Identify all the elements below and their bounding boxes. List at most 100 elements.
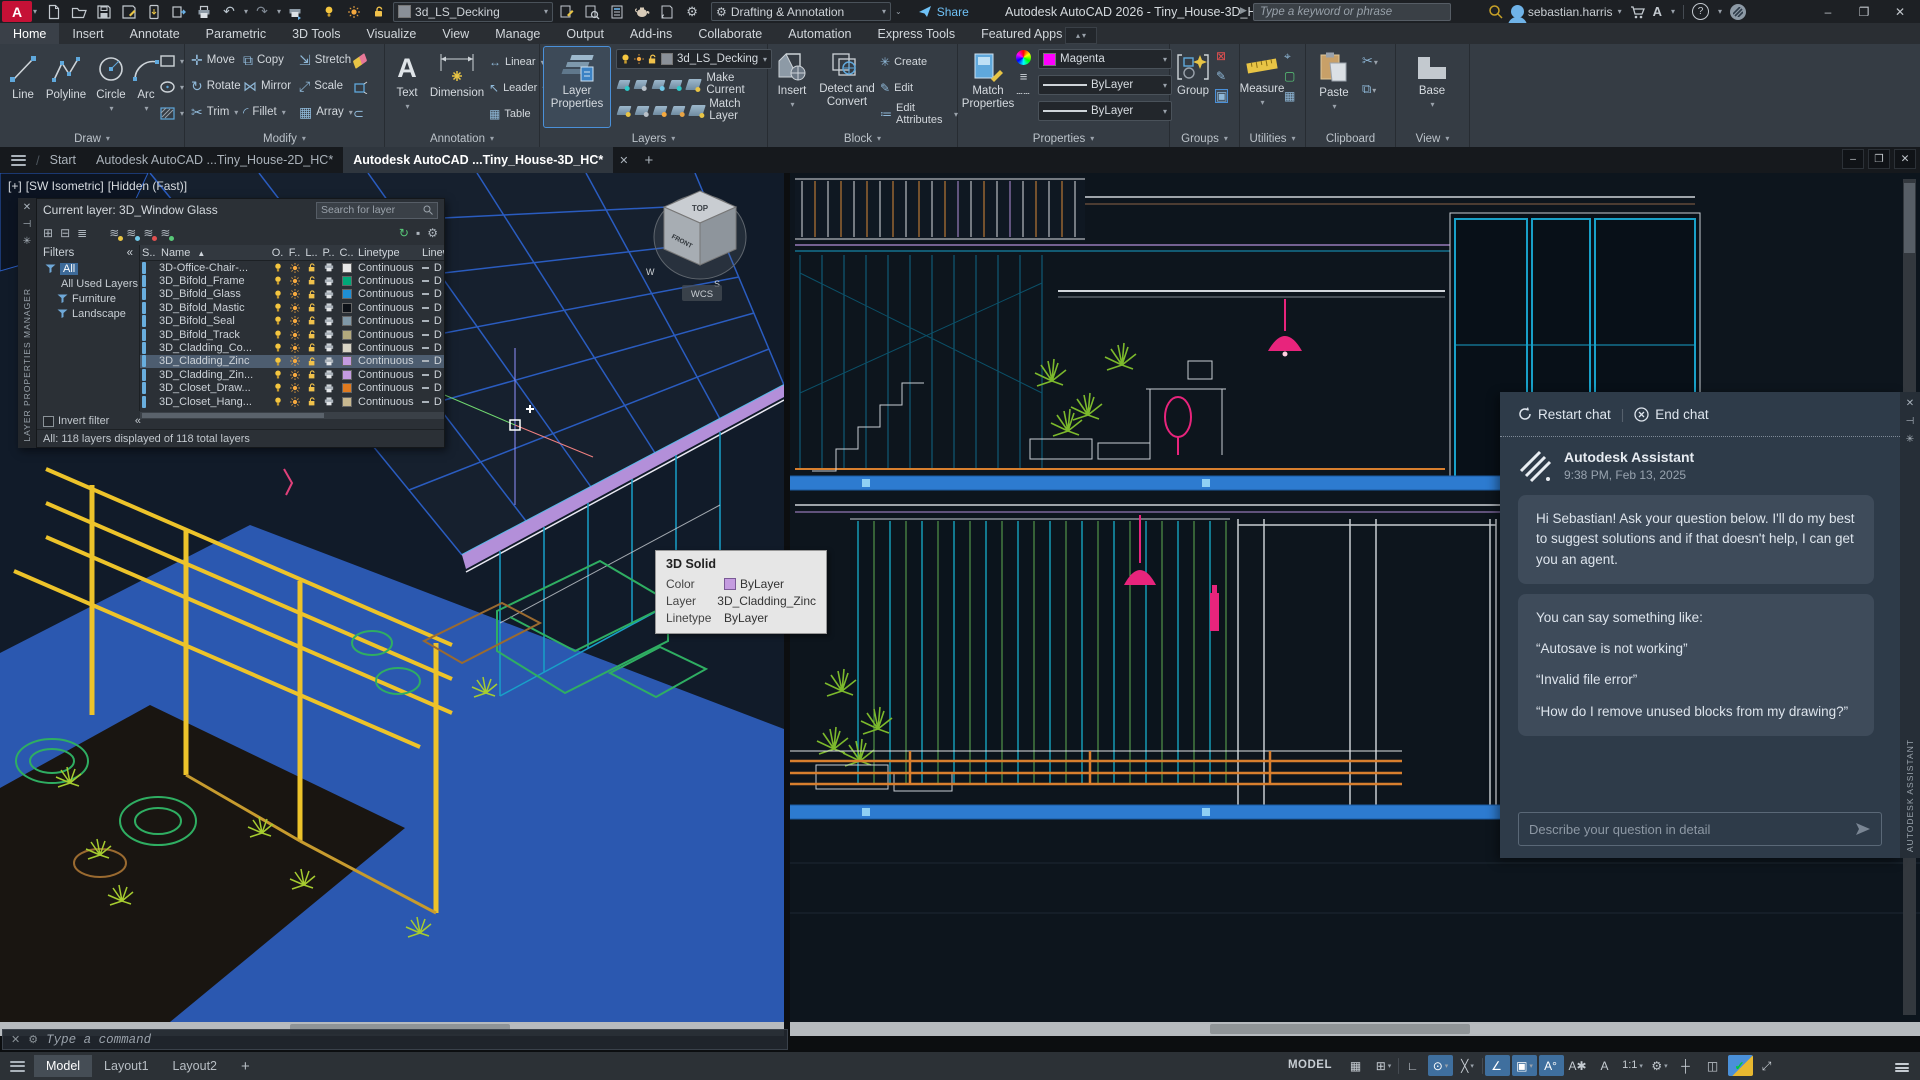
erase-button[interactable] [353,50,367,72]
qat-customize-caret-icon[interactable]: ⌄ [895,7,902,16]
layer-table-header[interactable]: S.. Name ▲ O. F.. L.. P.. C.. Linetype L… [140,245,444,261]
match-layer-button[interactable]: Match Layer [709,98,767,122]
detect-convert-button[interactable]: Detect and Convert [816,47,878,109]
layer-linetype[interactable]: Continuous [356,355,420,367]
command-close-icon[interactable]: ✕ [11,1033,20,1046]
app-store-cart-icon[interactable] [1630,5,1645,19]
layer-linetype[interactable]: Continuous [356,382,420,394]
workspace-switcher[interactable]: ⚙ Drafting & Annotation ▾ [711,2,891,21]
base-button[interactable]: Base▾ [1408,47,1456,109]
layer-row[interactable]: 3D_Bifold_Frame Continuous Defa. [140,274,444,287]
layer-freeze-icon[interactable] [286,316,303,326]
delete-layer-icon[interactable]: ≋ [143,226,153,240]
layer-lock-icon[interactable] [303,357,320,367]
layer-on-icon[interactable] [269,357,286,367]
layer-on-qat-icon[interactable] [318,2,340,22]
invert-filter-checkbox[interactable]: Invert filter « [37,413,145,429]
layer-freeze-icon[interactable] [286,289,303,299]
layer-freeze-icon[interactable] [286,343,303,353]
layer-freeze-icon[interactable] [286,276,303,286]
settings-gear-icon[interactable]: ⚙ [427,226,438,240]
groups-panel-label[interactable]: Groups▾ [1170,130,1239,147]
group-button[interactable]: Group [1172,47,1214,98]
layer-freeze-icon[interactable] [286,303,303,313]
layer-lineweight[interactable]: Defa. [432,275,442,287]
modify-tool-button[interactable]: ⧉Copy [243,49,299,71]
pause-icon[interactable]: ▪ [416,226,420,240]
autocad-logo[interactable]: A [2,1,32,22]
insert-button[interactable]: Insert▾ [772,47,812,109]
layers-panel-label[interactable]: Layers▾ [540,130,767,147]
layer-on-icon[interactable] [269,383,286,393]
status-icon[interactable]: ⚙▾ [1647,1055,1672,1076]
status-icon[interactable] [1398,1058,1399,1074]
undo-button[interactable]: ↶ [218,2,240,22]
file-tab[interactable]: Autodesk AutoCAD ...Tiny_House-2D_HC* [86,147,343,173]
layer-plot-icon[interactable] [320,397,337,406]
layer-color-swatch[interactable] [342,370,352,380]
layer-on-icon[interactable] [269,290,286,300]
ribbon-tab[interactable]: Insert [59,23,116,44]
status-icon[interactable]: A [1593,1055,1618,1076]
layer-row[interactable]: 3D_Cladding_Co... Continuous Defa. [140,341,444,354]
search-icon[interactable] [1488,4,1503,19]
render-teapot-icon[interactable] [631,2,653,22]
status-icon[interactable]: ✓ [1728,1055,1753,1076]
share-button[interactable]: Share [918,5,969,19]
filter-tree-item[interactable]: All Used Layers [37,276,139,291]
suggestion-item[interactable]: “Invalid file error” [1536,670,1856,690]
autodesk-logo-icon[interactable]: A [1653,4,1662,19]
layer-row[interactable]: 3D_Cladding_Zinc Continuous Defa. [140,355,444,368]
redo-caret-icon[interactable]: ▾ [277,7,281,16]
layer-plot-icon[interactable] [320,370,337,379]
status-customization-icon[interactable] [1889,1057,1914,1079]
layer-freeze-icon[interactable] [286,263,303,273]
layer-linetype[interactable]: Continuous [356,369,420,381]
quick-select-icon[interactable]: ⌖ [1284,50,1295,62]
properties-panel-label[interactable]: Properties▾ [958,130,1169,147]
select-objects-icon[interactable]: ▢ [1284,70,1295,82]
linetype-dropdown[interactable]: ByLayer▾ [1038,101,1172,121]
new-layer-icon[interactable]: ≋ [109,226,119,240]
layer-plot-icon[interactable] [320,263,337,272]
layer-lineweight[interactable]: Defa. [432,329,442,341]
layer-row[interactable]: 3D_Bifold_Track Continuous Defa. [140,328,444,341]
ribbon-tab[interactable]: Express Tools [864,23,968,44]
status-icon[interactable]: ⤢ [1755,1055,1780,1076]
group-edit-icon[interactable]: ✎ [1216,70,1227,82]
layer-color-swatch[interactable] [342,289,352,299]
qat-gear-icon[interactable]: ⚙ [681,2,703,22]
draw-panel-label[interactable]: Draw▾ [0,130,184,147]
layer-color-swatch[interactable] [342,356,352,366]
status-icon[interactable]: A° [1539,1055,1564,1076]
wcs-chip[interactable]: WCS [682,285,722,301]
block-side-button[interactable]: ✳Create [880,49,958,75]
layer-linetype[interactable]: Continuous [356,288,420,300]
layer-freeze-icon[interactable] [286,370,303,380]
ribbon-tab[interactable]: 3D Tools [279,23,353,44]
layer-linetype[interactable]: Continuous [356,302,420,314]
assistant-launcher-icon[interactable] [1730,4,1746,20]
status-icon[interactable]: ╳▾ [1455,1055,1480,1076]
layer-linetype[interactable]: Continuous [356,262,420,274]
new-layout-button[interactable]: + [229,1054,262,1079]
suggestion-item[interactable]: “Autosave is not working” [1536,639,1856,659]
modify-tool-button[interactable]: ◜Fillet▾ [243,101,299,123]
layer-tool-icon[interactable] [634,106,649,115]
standards-button[interactable] [606,2,628,22]
layer-freeze-icon[interactable] [286,330,303,340]
offset-button[interactable]: ⊂ [353,102,364,124]
layer-lineweight[interactable]: Defa. [432,342,442,354]
new-tab-button[interactable]: + [634,147,663,173]
filters-collapse-icon[interactable]: « [127,247,133,259]
modify-tool-button[interactable]: ↻Rotate [191,75,243,97]
new-property-filter-icon[interactable]: ⊞ [43,226,53,240]
layer-plot-icon[interactable] [320,343,337,352]
layer-lineweight[interactable]: Defa. [432,315,442,327]
rectangle-button[interactable]: ▾ [160,50,184,72]
layer-plot-icon[interactable] [320,330,337,339]
circle-button[interactable]: Circle▾ [92,47,130,113]
layer-lock-icon[interactable] [303,263,320,273]
layer-freeze-qat-icon[interactable] [343,2,365,22]
ribbon-tab[interactable]: Parametric [193,23,279,44]
